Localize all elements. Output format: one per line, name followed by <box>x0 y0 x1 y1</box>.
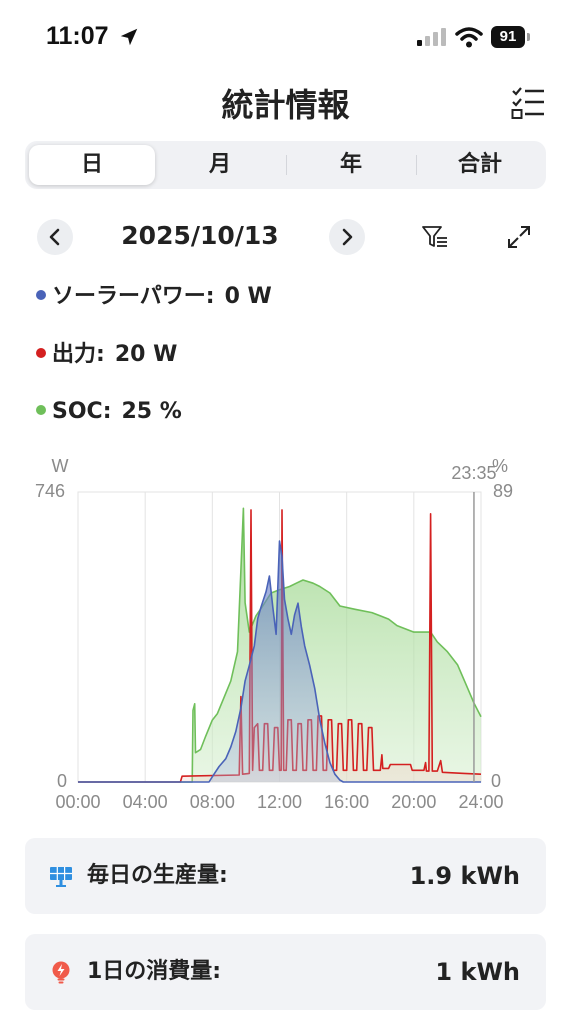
lightbulb-icon <box>52 961 70 984</box>
chevron-right-icon <box>342 228 353 246</box>
cellular-signal-icon <box>417 28 446 46</box>
previous-date-button[interactable] <box>37 219 73 255</box>
legend-soc: SOC: 25 % <box>36 397 182 427</box>
left-axis-min-label: 0 <box>57 771 67 791</box>
x-tick-label: 12:00 <box>257 792 302 812</box>
x-tick-label: 08:00 <box>190 792 235 812</box>
left-axis-max-label: 746 <box>35 481 65 501</box>
location-arrow-icon <box>120 28 138 46</box>
left-axis-unit: W <box>52 456 69 476</box>
legend-dot <box>36 290 46 300</box>
chevron-left-icon <box>49 228 60 246</box>
x-tick-label: 20:00 <box>391 792 436 812</box>
battery-indicator: 91 <box>491 26 531 48</box>
legend-dot <box>36 405 46 415</box>
period-tabs: 日 月 年 合計 <box>25 141 546 189</box>
daily-consumption-card: 1日の消費量: 1 kWh <box>25 934 546 1010</box>
daily-production-value: 1.9 kWh <box>409 862 520 890</box>
daily-consumption-label: 1日の消費量: <box>87 959 222 984</box>
energy-chart[interactable]: 00:00 04:00 08:00 12:00 16:00 20:00 24:00 23:35… <box>0 450 571 820</box>
tab-day[interactable]: 日 <box>29 145 155 185</box>
selected-date[interactable]: 2025/10/13 <box>110 221 290 250</box>
right-axis-unit: % <box>492 456 508 476</box>
legend-output: 出力: 20 W <box>36 340 177 370</box>
next-date-button[interactable] <box>329 219 365 255</box>
wifi-icon <box>455 27 483 48</box>
legend-label: 出力: <box>52 342 105 367</box>
x-tick-label: 16:00 <box>324 792 369 812</box>
solar-panel-icon <box>50 867 72 887</box>
legend-dot <box>36 348 46 358</box>
status-bar: 11:07 91 <box>0 0 571 78</box>
battery-tip <box>527 33 530 41</box>
tab-month[interactable]: 月 <box>157 141 283 189</box>
x-tick-label: 00:00 <box>55 792 100 812</box>
fullscreen-icon[interactable] <box>506 224 532 250</box>
x-tick-label: 04:00 <box>123 792 168 812</box>
legend-value: 25 % <box>121 399 182 424</box>
legend-value: 20 W <box>114 342 178 367</box>
page-title: 統計情報 <box>221 86 350 124</box>
filter-icon[interactable] <box>421 224 449 250</box>
x-tick-label: 24:00 <box>458 792 503 812</box>
daily-production-card: 毎日の生産量: 1.9 kWh <box>25 838 546 914</box>
daily-consumption-value: 1 kWh <box>435 958 520 986</box>
legend-value: 0 W <box>224 284 272 309</box>
tab-year[interactable]: 年 <box>287 141 415 189</box>
checklist-icon[interactable] <box>510 86 546 120</box>
status-time: 11:07 <box>46 22 109 50</box>
cursor-time-label: 23:35 <box>451 463 496 483</box>
right-axis-min-label: 0 <box>491 771 501 791</box>
legend-label: SOC: <box>52 399 112 424</box>
right-axis-max-label: 89 <box>493 481 513 501</box>
daily-production-label: 毎日の生産量: <box>87 863 228 888</box>
battery-level: 91 <box>491 26 525 48</box>
legend-solar-power: ソーラーパワー: 0 W <box>36 282 272 312</box>
legend-label: ソーラーパワー: <box>52 284 215 309</box>
tab-total[interactable]: 合計 <box>417 141 543 189</box>
